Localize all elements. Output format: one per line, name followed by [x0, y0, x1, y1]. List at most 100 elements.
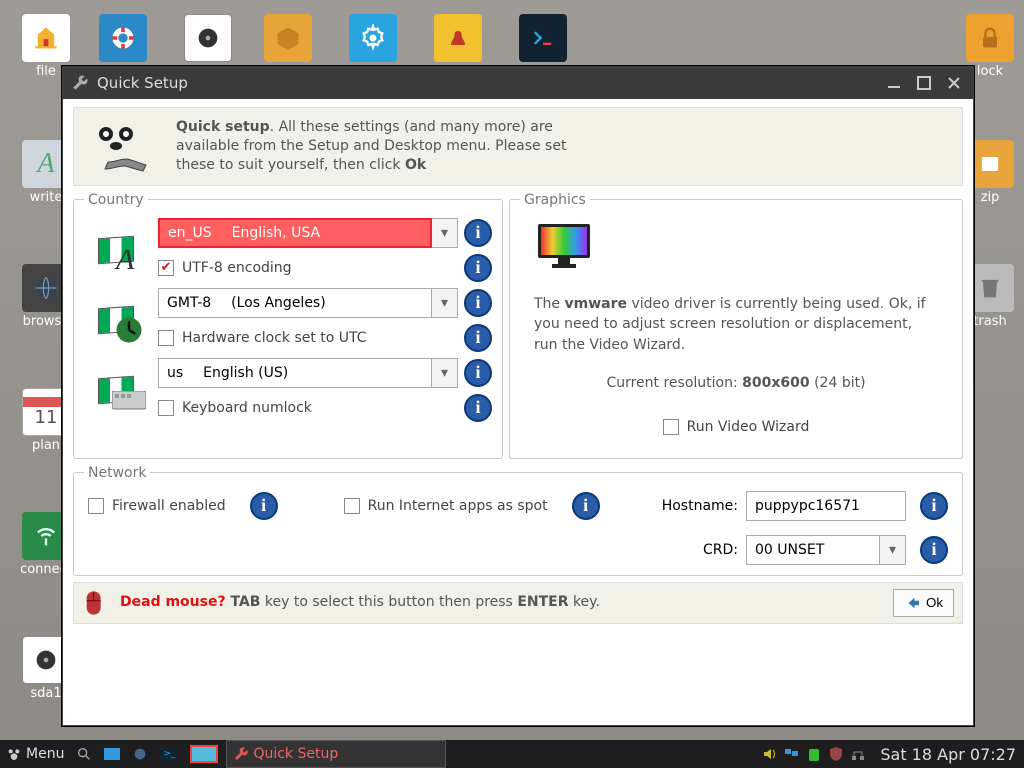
kb-name: English (US): [203, 365, 288, 381]
desktop-icon-help[interactable]: [95, 14, 151, 64]
info-hostname[interactable]: i: [920, 492, 948, 520]
footer: Dead mouse? TAB key to select this butto…: [73, 582, 963, 624]
search-button[interactable]: [70, 740, 98, 768]
paw-icon: [6, 746, 22, 762]
locale-name: English, USA: [232, 225, 320, 241]
keyboard-select[interactable]: us English (US) ▾: [158, 358, 458, 388]
ok-label: Ok: [926, 595, 943, 610]
dead-mouse: Dead mouse?: [120, 594, 230, 610]
country-group: Country A en_US: [73, 192, 503, 459]
locale-icon: A: [84, 225, 148, 275]
plan-day: 11: [35, 407, 58, 428]
ok-button[interactable]: Ok: [893, 589, 954, 617]
close-button[interactable]: [943, 72, 965, 94]
desktop-icon-lamp[interactable]: [430, 14, 486, 64]
gfx-t1: The: [534, 296, 565, 312]
keyboard-icon: [84, 365, 148, 415]
quick-setup-window: Quick Setup Quick setup. All these setti…: [62, 66, 974, 726]
video-wizard-checkbox[interactable]: Run Video Wizard: [663, 417, 810, 437]
chevron-down-icon[interactable]: ▾: [432, 358, 458, 388]
info-numlock[interactable]: i: [464, 394, 492, 422]
locale-select[interactable]: en_US English, USA ▾: [158, 218, 458, 248]
intro-bold: Quick setup: [176, 119, 270, 135]
graphics-group: Graphics The vmware video driver is curr…: [509, 192, 963, 459]
monitor-icon: [536, 222, 592, 268]
timezone-select[interactable]: GMT-8 (Los Angeles) ▾: [158, 288, 458, 318]
desktop: file lock A write browse 11 plan conne: [0, 0, 1024, 768]
menu-button[interactable]: Menu: [0, 740, 70, 768]
res-depth: (24 bit): [810, 375, 866, 391]
info-spot[interactable]: i: [572, 492, 600, 520]
puppy-wrench-icon: [88, 118, 158, 174]
utf8-checkbox[interactable]: UTF-8 encoding: [158, 260, 292, 276]
wrench-icon: [71, 74, 89, 92]
firewall-label: Firewall enabled: [112, 498, 226, 514]
footer-end: key.: [569, 594, 600, 610]
minimize-button[interactable]: [883, 72, 905, 94]
info-locale[interactable]: i: [464, 219, 492, 247]
search-icon: [76, 746, 92, 762]
crd-value: 00 UNSET: [755, 542, 824, 558]
battery-icon[interactable]: [806, 746, 822, 762]
taskbar-app-quick-setup[interactable]: Quick Setup: [226, 740, 446, 768]
taskbar-app-label: Quick Setup: [253, 746, 338, 762]
hostname-label: Hostname:: [662, 498, 738, 514]
tab-key: TAB: [230, 594, 260, 610]
titlebar[interactable]: Quick Setup: [63, 67, 973, 99]
chevron-down-icon[interactable]: ▾: [432, 218, 458, 248]
intro-banner: Quick setup. All these settings (and man…: [73, 107, 963, 186]
graphics-legend: Graphics: [520, 192, 590, 208]
wrench-icon: [233, 746, 249, 762]
res-value: 800x600: [742, 375, 809, 391]
crd-label: CRD:: [703, 542, 738, 558]
info-utf8[interactable]: i: [464, 254, 492, 282]
volume-icon[interactable]: [762, 746, 778, 762]
timezone-icon: [84, 295, 148, 345]
desktop-icon-settings[interactable]: [345, 14, 401, 64]
enter-key: ENTER: [517, 594, 568, 610]
gfx-driver: vmware: [565, 296, 628, 312]
globe-icon: [132, 746, 148, 762]
desktop-icon-package[interactable]: [260, 14, 316, 64]
show-desktop-button[interactable]: [98, 740, 126, 768]
tz-code: GMT-8: [167, 295, 211, 311]
chevron-down-icon[interactable]: ▾: [880, 535, 906, 565]
network-icon[interactable]: [850, 746, 866, 762]
menu-label: Menu: [26, 746, 64, 762]
info-crd[interactable]: i: [920, 536, 948, 564]
tray: [756, 746, 872, 762]
footer-mid: key to select this button then press: [260, 594, 517, 610]
numlock-checkbox[interactable]: Keyboard numlock: [158, 400, 312, 416]
info-keyboard[interactable]: i: [464, 359, 492, 387]
active-window-thumb[interactable]: [184, 740, 224, 768]
tz-name: (Los Angeles): [231, 295, 326, 311]
terminal-button[interactable]: >_: [154, 740, 184, 768]
browser-button[interactable]: [126, 740, 154, 768]
hwclock-checkbox[interactable]: Hardware clock set to UTC: [158, 330, 367, 346]
hwclock-label: Hardware clock set to UTC: [182, 330, 367, 346]
chevron-down-icon[interactable]: ▾: [432, 288, 458, 318]
window-title: Quick Setup: [97, 74, 188, 92]
arrow-left-icon: [904, 594, 922, 612]
info-hwclock[interactable]: i: [464, 324, 492, 352]
desktop-icon-terminal[interactable]: [515, 14, 571, 64]
network-legend: Network: [84, 465, 150, 481]
spot-checkbox[interactable]: Run Internet apps as spot: [344, 498, 548, 514]
locale-code: en_US: [168, 225, 212, 241]
windows-icon[interactable]: [784, 746, 800, 762]
maximize-button[interactable]: [913, 72, 935, 94]
res-label: Current resolution:: [606, 375, 742, 391]
hostname-input[interactable]: [746, 491, 906, 521]
info-timezone[interactable]: i: [464, 289, 492, 317]
utf8-label: UTF-8 encoding: [182, 260, 292, 276]
taskbar-clock[interactable]: Sat 18 Apr 07:27: [872, 745, 1024, 764]
kb-code: us: [167, 365, 183, 381]
spot-label: Run Internet apps as spot: [368, 498, 548, 514]
info-firewall[interactable]: i: [250, 492, 278, 520]
wizard-label: Run Video Wizard: [687, 417, 810, 437]
crd-select[interactable]: 00 UNSET ▾: [746, 535, 906, 565]
shield-icon[interactable]: [828, 746, 844, 762]
firewall-checkbox[interactable]: Firewall enabled: [88, 498, 226, 514]
mouse-icon: [82, 589, 110, 617]
desktop-icon-disk[interactable]: [180, 14, 236, 64]
